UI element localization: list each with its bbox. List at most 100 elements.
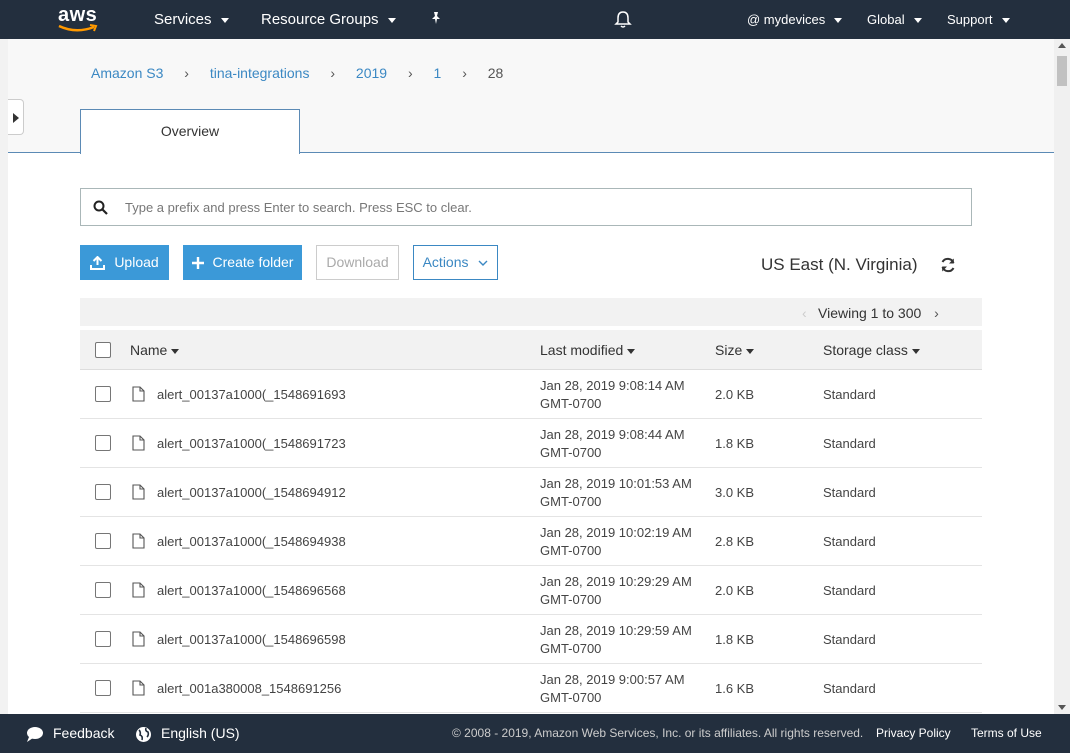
table-row[interactable]: alert_00137a1000(_1548691693 Jan 28, 201… bbox=[80, 370, 982, 419]
chevron-down-icon bbox=[834, 18, 843, 24]
file-icon bbox=[132, 680, 145, 696]
terms-of-use-link[interactable]: Terms of Use bbox=[971, 714, 1042, 753]
resource-groups-menu[interactable]: Resource Groups bbox=[261, 0, 396, 39]
account-menu[interactable]: @ mydevices bbox=[747, 0, 843, 39]
table-header: Name Last modified Size Storage class bbox=[80, 330, 982, 370]
breadcrumb-amazon-s3[interactable]: Amazon S3 bbox=[91, 65, 163, 81]
modified-timezone: GMT-0700 bbox=[540, 445, 602, 460]
column-last-modified-header[interactable]: Last modified bbox=[540, 342, 636, 358]
column-name-header[interactable]: Name bbox=[130, 342, 180, 358]
modified-date: Jan 28, 2019 10:02:19 AM bbox=[540, 525, 692, 540]
row-checkbox[interactable] bbox=[95, 680, 111, 696]
file-name-link[interactable]: alert_001a380008_1548691256 bbox=[157, 681, 341, 696]
table-row[interactable]: alert_00137a1000(_1548696568 Jan 28, 201… bbox=[80, 566, 982, 615]
file-size: 2.0 KB bbox=[715, 583, 755, 598]
chevron-right-icon: › bbox=[462, 65, 467, 81]
file-name-link[interactable]: alert_00137a1000(_1548694938 bbox=[157, 534, 346, 549]
services-label: Services bbox=[154, 11, 212, 28]
column-name-label: Name bbox=[130, 342, 168, 358]
actions-label: Actions bbox=[422, 254, 469, 270]
last-modified: Jan 28, 2019 10:02:19 AM GMT-0700 bbox=[540, 524, 692, 560]
sort-icon bbox=[911, 348, 920, 354]
modified-date: Jan 28, 2019 9:00:57 AM bbox=[540, 672, 685, 687]
language-selector[interactable]: English (US) bbox=[135, 714, 240, 753]
table-row[interactable]: alert_001a380008_1548691256 Jan 28, 2019… bbox=[80, 664, 982, 713]
chevron-right-icon[interactable]: › bbox=[934, 305, 939, 321]
global-region-menu[interactable]: Global bbox=[867, 0, 922, 39]
scroll-thumb[interactable] bbox=[1057, 56, 1067, 86]
top-navigation-bar: aws Services Resource Groups @ mydevices… bbox=[0, 0, 1070, 39]
search-icon bbox=[93, 200, 108, 215]
column-storage-class-header[interactable]: Storage class bbox=[823, 342, 920, 358]
upload-icon bbox=[90, 256, 106, 271]
file-name-link[interactable]: alert_00137a1000(_1548691693 bbox=[157, 387, 346, 402]
modified-timezone: GMT-0700 bbox=[540, 543, 602, 558]
privacy-policy-link[interactable]: Privacy Policy bbox=[876, 714, 951, 753]
table-row[interactable]: alert_00137a1000(_1548694912 Jan 28, 201… bbox=[80, 468, 982, 517]
breadcrumb-bucket[interactable]: tina-integrations bbox=[210, 65, 310, 81]
row-checkbox[interactable] bbox=[95, 582, 111, 598]
file-icon bbox=[132, 484, 145, 500]
language-label: English (US) bbox=[161, 725, 240, 741]
row-checkbox[interactable] bbox=[95, 435, 111, 451]
file-name-link[interactable]: alert_00137a1000(_1548696598 bbox=[157, 632, 346, 647]
search-input[interactable] bbox=[123, 189, 963, 225]
copyright-text: © 2008 - 2019, Amazon Web Services, Inc.… bbox=[452, 726, 864, 740]
pagination: ‹ Viewing 1 to 300 › bbox=[802, 305, 939, 321]
modified-timezone: GMT-0700 bbox=[540, 494, 602, 509]
plus-icon bbox=[191, 257, 204, 270]
header-band: Amazon S3 › tina-integrations › 2019 › 1… bbox=[8, 39, 1054, 154]
chevron-down-icon bbox=[387, 17, 396, 23]
actions-dropdown[interactable]: Actions bbox=[413, 245, 498, 280]
scroll-up-icon[interactable] bbox=[1058, 43, 1066, 48]
scroll-down-icon[interactable] bbox=[1058, 705, 1066, 710]
table-row[interactable]: alert_00137a1000(_1548694938 Jan 28, 201… bbox=[80, 517, 982, 566]
sidebar-toggle[interactable] bbox=[8, 99, 24, 135]
column-size-header[interactable]: Size bbox=[715, 342, 755, 358]
modified-timezone: GMT-0700 bbox=[540, 396, 602, 411]
table-row[interactable]: alert_00137a1000(_1548696598 Jan 28, 201… bbox=[80, 615, 982, 664]
last-modified: Jan 28, 2019 9:08:44 AM GMT-0700 bbox=[540, 426, 685, 462]
aws-logo[interactable]: aws bbox=[58, 4, 102, 34]
column-last-modified-label: Last modified bbox=[540, 342, 624, 358]
breadcrumb-month[interactable]: 1 bbox=[434, 65, 442, 81]
sort-icon bbox=[171, 348, 180, 354]
breadcrumb-year[interactable]: 2019 bbox=[356, 65, 387, 81]
download-button[interactable]: Download bbox=[316, 245, 399, 280]
table-row[interactable]: alert_00137a1000(_1548691723 Jan 28, 201… bbox=[80, 419, 982, 468]
file-size: 1.8 KB bbox=[715, 436, 755, 451]
storage-class: Standard bbox=[823, 534, 876, 549]
breadcrumb-current-day: 28 bbox=[487, 65, 504, 81]
tab-overview[interactable]: Overview bbox=[80, 109, 300, 154]
select-all-checkbox[interactable] bbox=[95, 342, 111, 358]
storage-class: Standard bbox=[823, 583, 876, 598]
support-menu[interactable]: Support bbox=[947, 0, 1010, 39]
chevron-down-icon bbox=[478, 260, 488, 266]
services-menu[interactable]: Services bbox=[154, 0, 229, 39]
create-folder-label: Create folder bbox=[212, 254, 294, 270]
chevron-down-icon bbox=[1001, 18, 1010, 24]
create-folder-button[interactable]: Create folder bbox=[183, 245, 302, 280]
column-storage-class-label: Storage class bbox=[823, 342, 908, 358]
row-checkbox[interactable] bbox=[95, 386, 111, 402]
row-checkbox[interactable] bbox=[95, 533, 111, 549]
storage-class: Standard bbox=[823, 387, 876, 402]
upload-button[interactable]: Upload bbox=[80, 245, 169, 280]
file-name-link[interactable]: alert_00137a1000(_1548691723 bbox=[157, 436, 346, 451]
feedback-link[interactable]: Feedback bbox=[26, 714, 114, 753]
file-icon bbox=[132, 631, 145, 647]
chevron-left-icon[interactable]: ‹ bbox=[802, 305, 807, 321]
file-size: 2.0 KB bbox=[715, 387, 755, 402]
file-name-link[interactable]: alert_00137a1000(_1548694912 bbox=[157, 485, 346, 500]
file-name-link[interactable]: alert_00137a1000(_1548696568 bbox=[157, 583, 346, 598]
file-icon bbox=[132, 435, 145, 451]
refresh-icon[interactable] bbox=[940, 257, 956, 273]
vertical-scrollbar[interactable] bbox=[1054, 39, 1070, 714]
pin-icon[interactable] bbox=[429, 11, 443, 27]
storage-class: Standard bbox=[823, 681, 876, 696]
pagination-bar: ‹ Viewing 1 to 300 › bbox=[80, 298, 982, 326]
chevron-down-icon bbox=[913, 18, 922, 24]
row-checkbox[interactable] bbox=[95, 631, 111, 647]
row-checkbox[interactable] bbox=[95, 484, 111, 500]
bell-icon[interactable] bbox=[614, 10, 632, 30]
